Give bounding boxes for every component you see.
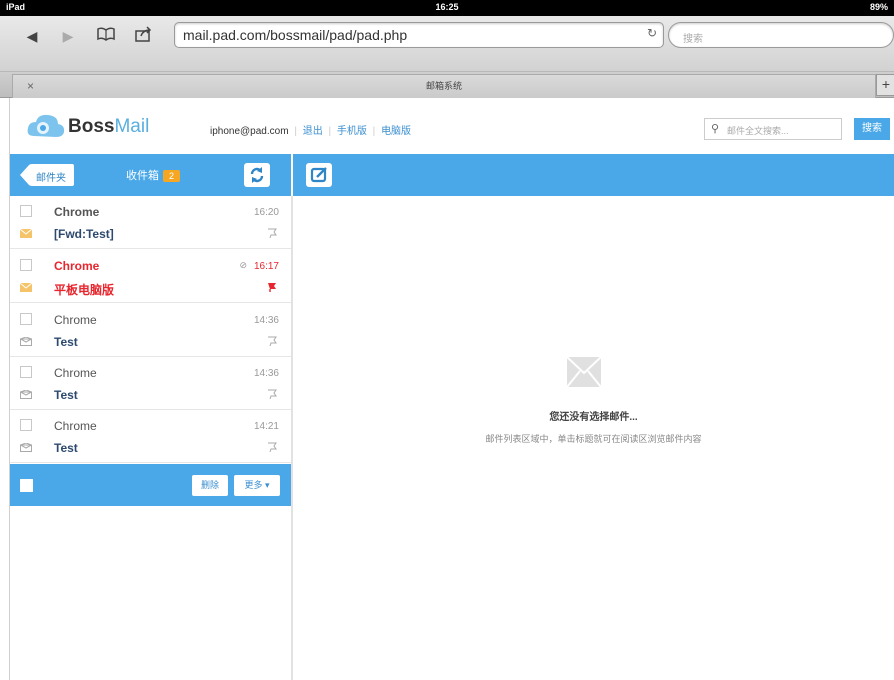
close-tab-icon[interactable]: × xyxy=(27,75,34,97)
mail-row[interactable]: Chrome Test 14:21 xyxy=(10,410,291,463)
compose-button[interactable] xyxy=(306,163,332,187)
clock: 16:25 xyxy=(435,2,459,12)
forward-arrow-icon[interactable]: ▶ xyxy=(58,26,78,46)
reading-pane: 您还没有选择邮件... 邮件列表区域中，单击标题就可在阅读区浏览邮件内容 xyxy=(293,196,894,680)
read-envelope-icon xyxy=(20,337,32,346)
url-field[interactable]: mail.pad.com/bossmail/pad/pad.php ↻ xyxy=(174,22,664,48)
mail-row[interactable]: Chrome Test 14:36 xyxy=(10,304,291,357)
mail-time: 14:36 xyxy=(253,368,279,379)
empty-mail-envelope-icon xyxy=(567,356,601,388)
more-button[interactable]: 更多 ▾ xyxy=(234,475,280,496)
mail-subject: Test xyxy=(54,335,78,349)
mail-sender: Chrome xyxy=(54,419,97,433)
flag-icon[interactable] xyxy=(267,336,277,346)
mail-row[interactable]: Chrome Test 14:36 xyxy=(10,357,291,410)
share-icon[interactable] xyxy=(134,26,154,46)
logout-link[interactable]: 退出 xyxy=(303,126,323,137)
app-header: BossMail iphone@pad.com | 退出 | 手机版 | 电脑版… xyxy=(10,98,894,154)
bookmarks-icon[interactable] xyxy=(96,26,116,46)
row-checkbox[interactable] xyxy=(20,419,32,431)
separator: | xyxy=(294,126,297,137)
mail-search-placeholder: 邮件全文搜索... xyxy=(727,126,789,136)
read-envelope-icon xyxy=(20,390,32,399)
account-email: iphone@pad.com xyxy=(210,126,289,137)
mail-time: 14:21 xyxy=(253,421,279,432)
browser-toolbar: ◀ ▶ mail.pad.com/bossmail/pad/pad.php ↻ … xyxy=(0,16,894,72)
mail-subject: Test xyxy=(54,441,78,455)
unread-envelope-icon xyxy=(20,283,32,292)
inbox-title: 收件箱 2 xyxy=(126,167,181,183)
tab-mail-system[interactable]: × 邮箱系统 xyxy=(12,74,876,98)
folders-label: 邮件夹 xyxy=(36,173,66,184)
list-action-bar: 删除 更多 ▾ xyxy=(10,464,291,506)
unread-envelope-icon xyxy=(20,229,32,238)
mail-row[interactable]: Chrome 平板电脑版 ⊘ 16:17 xyxy=(10,250,291,303)
select-all-checkbox[interactable] xyxy=(20,479,33,492)
empty-state-title: 您还没有选择邮件... xyxy=(549,412,638,423)
mail-time: 16:20 xyxy=(253,207,279,218)
row-checkbox[interactable] xyxy=(20,313,32,325)
folders-back-button[interactable]: 邮件夹 xyxy=(20,164,74,186)
mail-row[interactable]: Chrome [Fwd:Test] 16:20 xyxy=(10,196,291,249)
mail-sender: Chrome xyxy=(54,259,100,273)
url-text: mail.pad.com/bossmail/pad/pad.php xyxy=(183,27,408,43)
flag-icon[interactable] xyxy=(267,389,277,399)
delete-button[interactable]: 删除 xyxy=(192,475,228,496)
refresh-button[interactable] xyxy=(244,163,270,187)
mail-sender: Chrome xyxy=(54,205,100,219)
mail-toolbar: 邮件夹 收件箱 2 xyxy=(10,154,894,196)
empty-state-subtitle: 邮件列表区域中，单击标题就可在阅读区浏览邮件内容 xyxy=(485,434,702,444)
mail-search-input[interactable]: ⚲ 邮件全文搜索... xyxy=(704,118,842,140)
chevron-down-icon: ▾ xyxy=(265,480,270,490)
read-envelope-icon xyxy=(20,443,32,452)
browser-search-placeholder: 搜索 xyxy=(683,34,703,45)
mail-time: 16:17 xyxy=(253,261,279,272)
row-checkbox[interactable] xyxy=(20,366,32,378)
search-button[interactable]: 搜索 xyxy=(854,118,890,140)
mobile-version-link[interactable]: 手机版 xyxy=(337,126,367,137)
mail-subject: Test xyxy=(54,388,78,402)
row-checkbox[interactable] xyxy=(20,259,32,271)
flag-icon[interactable] xyxy=(267,442,277,452)
more-label: 更多 xyxy=(244,480,263,490)
new-tab-button[interactable]: + xyxy=(876,74,894,96)
status-bar: iPad 16:25 89% xyxy=(0,0,894,16)
logo-text: BossMail xyxy=(68,116,150,137)
compose-icon xyxy=(310,167,327,183)
tab-strip: × 邮箱系统 xyxy=(0,72,894,98)
mail-time: 14:36 xyxy=(253,315,279,326)
row-checkbox[interactable] xyxy=(20,205,32,217)
flag-icon[interactable] xyxy=(267,282,277,292)
cloud-logo-icon xyxy=(27,114,65,137)
mail-sender: Chrome xyxy=(54,313,97,327)
browser-search-field[interactable]: 搜索 xyxy=(668,22,894,48)
battery-level: 89% xyxy=(869,2,888,12)
desktop-version-link[interactable]: 电脑版 xyxy=(381,126,411,137)
inbox-label: 收件箱 xyxy=(126,170,159,182)
pane-divider xyxy=(291,154,293,196)
refresh-icon xyxy=(250,167,264,183)
back-arrow-icon[interactable]: ◀ xyxy=(22,26,42,46)
attachment-icon: ⊘ xyxy=(239,260,247,270)
unread-badge: 2 xyxy=(163,170,181,182)
page-left-edge xyxy=(0,98,10,680)
reload-icon[interactable]: ↻ xyxy=(647,26,657,40)
mail-sender: Chrome xyxy=(54,366,97,380)
flag-icon[interactable] xyxy=(267,228,277,238)
search-icon: ⚲ xyxy=(711,123,720,135)
account-info: iphone@pad.com | 退出 | 手机版 | 电脑版 xyxy=(210,122,411,137)
separator: | xyxy=(372,126,376,137)
tab-title: 邮箱系统 xyxy=(425,81,462,91)
mail-subject: 平板电脑版 xyxy=(54,283,115,297)
separator: | xyxy=(328,126,332,137)
mail-list-panel: Chrome [Fwd:Test] 16:20 Chrome 平板电脑版 ⊘ 1… xyxy=(10,196,293,680)
mail-subject: [Fwd:Test] xyxy=(54,227,114,241)
